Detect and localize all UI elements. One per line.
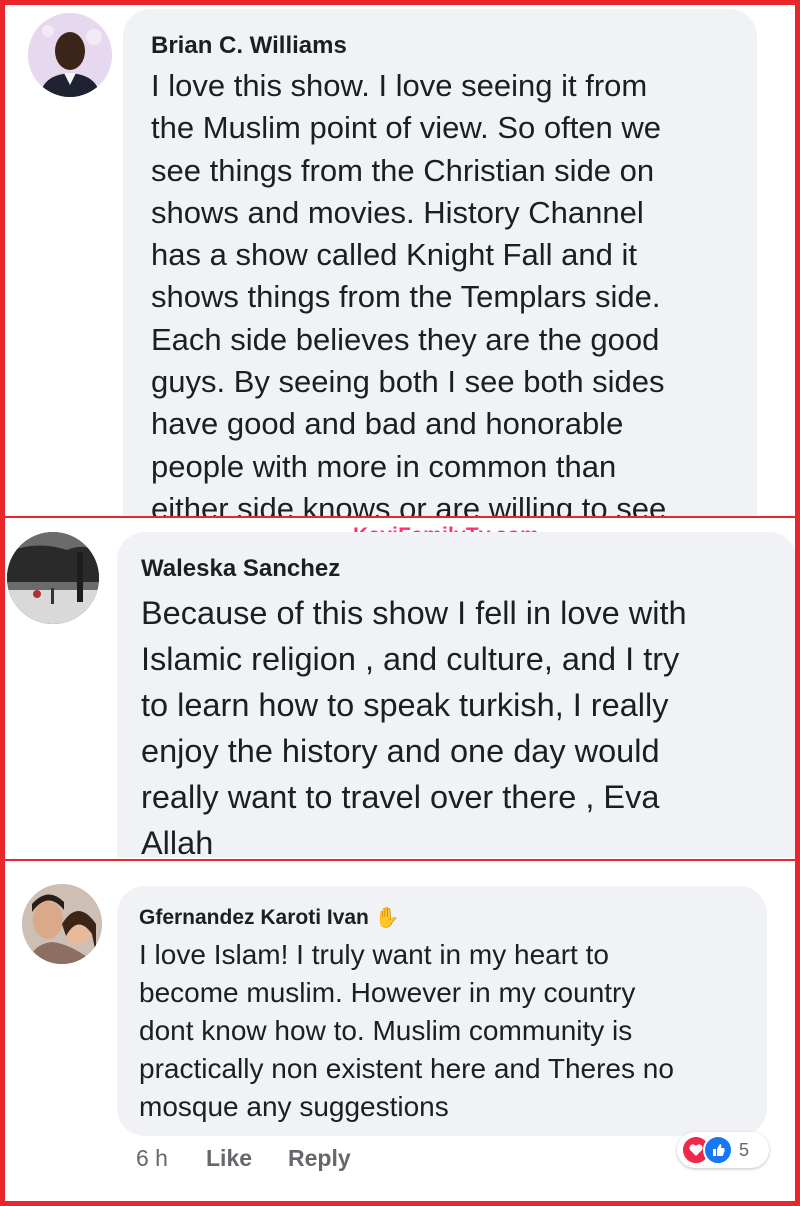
text-line: shows and movies. History Channel	[151, 194, 644, 230]
text-line: people with more in common than	[151, 448, 617, 484]
reaction-count: 5	[739, 1139, 750, 1160]
comment-bubble: Brian C. Williams I love this show. I lo…	[123, 9, 757, 516]
avatar-photo-icon	[28, 13, 112, 97]
comment-bubble: Waleska Sanchez Because of this show I f…	[117, 532, 795, 858]
like-button[interactable]: Like	[206, 1145, 288, 1172]
comment-author[interactable]: Gfernandez Karoti Ivan ✋	[139, 904, 747, 932]
author-name: Gfernandez Karoti Ivan	[139, 906, 369, 929]
section-divider	[5, 859, 795, 861]
text-line: practically non existent here and Theres…	[139, 1053, 674, 1084]
avatar[interactable]	[22, 884, 102, 964]
text-line: mosque any suggestions	[139, 1091, 449, 1122]
comment-text: Because of this show I fell in love with…	[141, 590, 777, 858]
comment-text: I love this show. I love seeing it from …	[151, 65, 727, 516]
avatar-photo-icon	[22, 884, 102, 964]
comment-actions: 6 h Like Reply	[136, 1145, 351, 1172]
text-line: Allah	[141, 825, 214, 858]
comment-author[interactable]: Brian C. Williams	[151, 31, 727, 61]
text-line: have good and bad and honorable	[151, 406, 624, 442]
text-line: guys. By seeing both I see both sides	[151, 364, 665, 400]
comment-author[interactable]: Waleska Sanchez	[141, 554, 777, 584]
text-line: to learn how to speak turkish, I really	[141, 687, 669, 723]
reply-button[interactable]: Reply	[288, 1145, 351, 1172]
comment-panel-2: KayiFamilyTv.com Waleska Sanchez Because…	[5, 518, 795, 858]
comment-panel-3: Gfernandez Karoti Ivan ✋ I love Islam! I …	[5, 862, 795, 1201]
text-line: I love Islam! I truly want in my heart t…	[139, 939, 609, 970]
text-line: Because of this show I fell in love with	[141, 595, 687, 631]
like-reaction-icon	[703, 1135, 733, 1165]
text-line: either side knows or are willing to see	[151, 490, 667, 516]
text-line: dont know how to. Muslim community is	[139, 1015, 633, 1046]
waving-hand-icon: ✋	[374, 907, 400, 929]
comment-panel-1: Brian C. Williams I love this show. I lo…	[5, 5, 795, 516]
text-line: Islamic religion , and culture, and I tr…	[141, 641, 680, 677]
reactions-summary[interactable]: 5	[677, 1132, 769, 1168]
text-line: see things from the Christian side on	[151, 152, 655, 188]
text-line: Each side believes they are the good	[151, 321, 660, 357]
text-line: the Muslim point of view. So often we	[151, 110, 662, 146]
comment-timestamp[interactable]: 6 h	[136, 1145, 206, 1172]
avatar-photo-icon	[7, 532, 99, 624]
comment-bubble: Gfernandez Karoti Ivan ✋ I love Islam! I …	[117, 886, 767, 1136]
text-line: I love this show. I love seeing it from	[151, 68, 648, 103]
text-line: shows things from the Templars side.	[151, 279, 661, 315]
comment-text: I love Islam! I truly want in my heart t…	[139, 936, 747, 1126]
text-line: has a show called Knight Fall and it	[151, 237, 637, 273]
text-line: enjoy the history and one day would	[141, 733, 660, 769]
avatar[interactable]	[28, 13, 112, 97]
avatar[interactable]	[7, 532, 99, 624]
text-line: really want to travel over there , Eva	[141, 779, 660, 815]
text-line: become muslim. However in my country	[139, 977, 636, 1008]
